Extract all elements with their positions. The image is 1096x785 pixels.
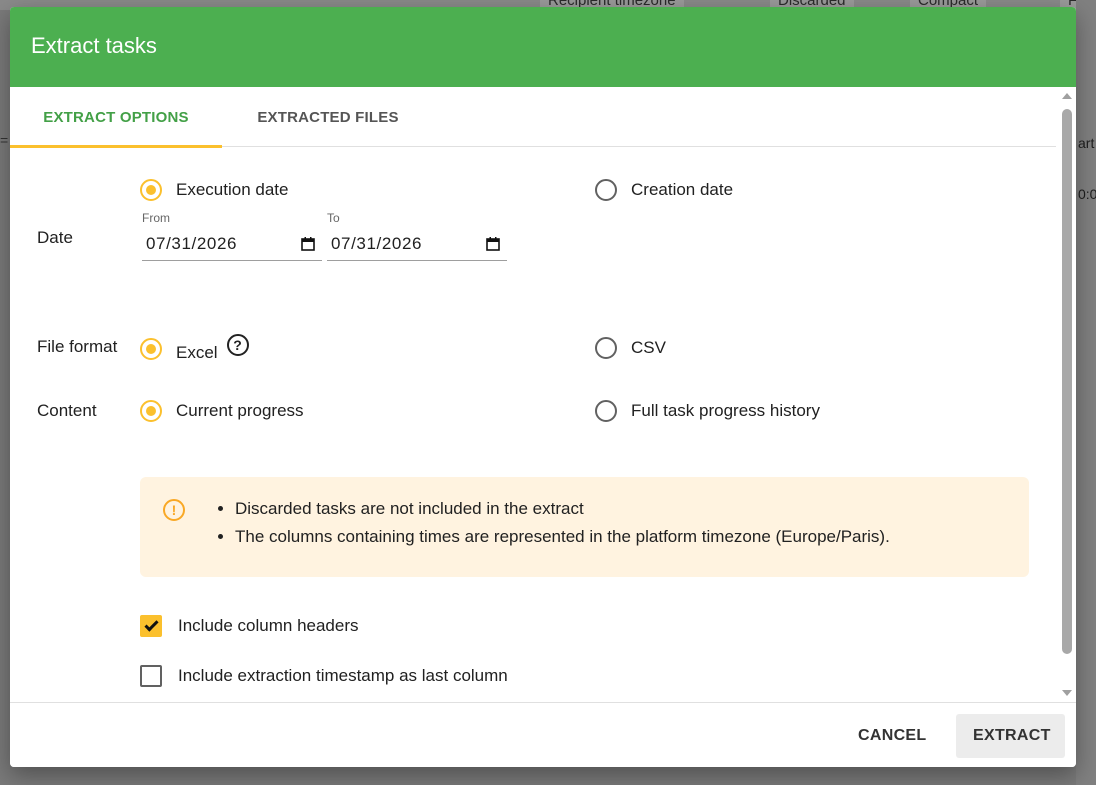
- radio-execution-date[interactable]: Execution date: [140, 179, 288, 201]
- date-label: Date: [37, 228, 73, 247]
- radio-creation-date[interactable]: Creation date: [595, 179, 733, 201]
- file-format-label: File format: [37, 337, 118, 356]
- checkbox-include-column-headers[interactable]: Include column headers: [140, 615, 359, 637]
- date-to-value: 07/31/2026: [331, 233, 423, 253]
- extract-tasks-dialog: Extract tasks EXTRACT OPTIONS EXTRACTED …: [10, 7, 1076, 767]
- radio-button[interactable]: [595, 179, 617, 201]
- calendar-icon[interactable]: [485, 236, 501, 252]
- radio-label-execution-date: Execution date: [176, 180, 289, 199]
- radio-csv[interactable]: CSV: [595, 337, 666, 359]
- checkbox-label-include-column-headers: Include column headers: [178, 616, 359, 635]
- date-from-input[interactable]: 07/31/2026: [142, 227, 322, 261]
- help-icon[interactable]: ?: [226, 334, 249, 356]
- checkbox-include-extraction-timestamp[interactable]: Include extraction timestamp as last col…: [140, 665, 508, 687]
- background-app-right-edge: [1076, 0, 1096, 785]
- radio-button-checked[interactable]: [140, 179, 162, 201]
- background-cell-fragment: 0:0: [1078, 186, 1096, 202]
- extract-button[interactable]: EXTRACT: [956, 714, 1065, 758]
- date-to-caption: To: [327, 211, 340, 225]
- radio-button-checked[interactable]: [140, 338, 162, 360]
- radio-excel[interactable]: Excel ?: [140, 334, 249, 363]
- radio-label-excel: Excel: [176, 343, 218, 362]
- date-to-input[interactable]: 07/31/2026: [327, 227, 507, 261]
- background-sort-glyph: =: [0, 132, 9, 148]
- checkbox-unchecked[interactable]: [140, 665, 162, 687]
- scrollbar-thumb[interactable]: [1062, 109, 1072, 654]
- scroll-down-arrow-icon[interactable]: [1062, 690, 1072, 696]
- tab-bar: EXTRACT OPTIONS EXTRACTED FILES: [10, 87, 1056, 148]
- radio-label-creation-date: Creation date: [631, 180, 734, 199]
- notice-item: Discarded tasks are not included in the …: [235, 495, 890, 523]
- checkmark-icon: [144, 617, 159, 632]
- radio-button[interactable]: [595, 337, 617, 359]
- warning-icon: !: [163, 499, 185, 521]
- date-from-value: 07/31/2026: [146, 233, 238, 253]
- background-column-fragment: art: [1078, 135, 1095, 151]
- dialog-content: EXTRACT OPTIONS EXTRACTED FILES Date Exe…: [10, 87, 1076, 702]
- date-from-field[interactable]: From 07/31/2026: [142, 211, 322, 261]
- content-label: Content: [37, 401, 97, 420]
- radio-current-progress[interactable]: Current progress: [140, 400, 304, 422]
- content-scrollbar[interactable]: [1058, 87, 1076, 702]
- date-to-field[interactable]: To 07/31/2026: [327, 211, 507, 261]
- notice-item: The columns containing times are represe…: [235, 523, 890, 551]
- scroll-up-arrow-icon[interactable]: [1062, 93, 1072, 99]
- radio-label-csv: CSV: [631, 338, 666, 357]
- dialog-header: Extract tasks: [10, 7, 1076, 87]
- notice-list: Discarded tasks are not included in the …: [195, 495, 890, 551]
- warning-notice: ! Discarded tasks are not included in th…: [140, 477, 1029, 577]
- dialog-title: Extract tasks: [31, 33, 157, 58]
- calendar-icon[interactable]: [300, 236, 316, 252]
- tab-extracted-files[interactable]: EXTRACTED FILES: [222, 87, 434, 147]
- radio-label-current-progress: Current progress: [176, 401, 304, 420]
- radio-button[interactable]: [595, 400, 617, 422]
- checkbox-label-include-extraction-timestamp: Include extraction timestamp as last col…: [178, 666, 508, 685]
- tab-extract-options[interactable]: EXTRACT OPTIONS: [10, 87, 222, 148]
- checkbox-checked[interactable]: [140, 615, 162, 637]
- dialog-footer: CANCEL EXTRACT: [10, 702, 1076, 767]
- cancel-button[interactable]: CANCEL: [841, 714, 943, 758]
- date-from-caption: From: [142, 211, 170, 225]
- radio-full-task-progress-history[interactable]: Full task progress history: [595, 400, 820, 422]
- radio-label-full-task-progress-history: Full task progress history: [631, 401, 820, 420]
- radio-button-checked[interactable]: [140, 400, 162, 422]
